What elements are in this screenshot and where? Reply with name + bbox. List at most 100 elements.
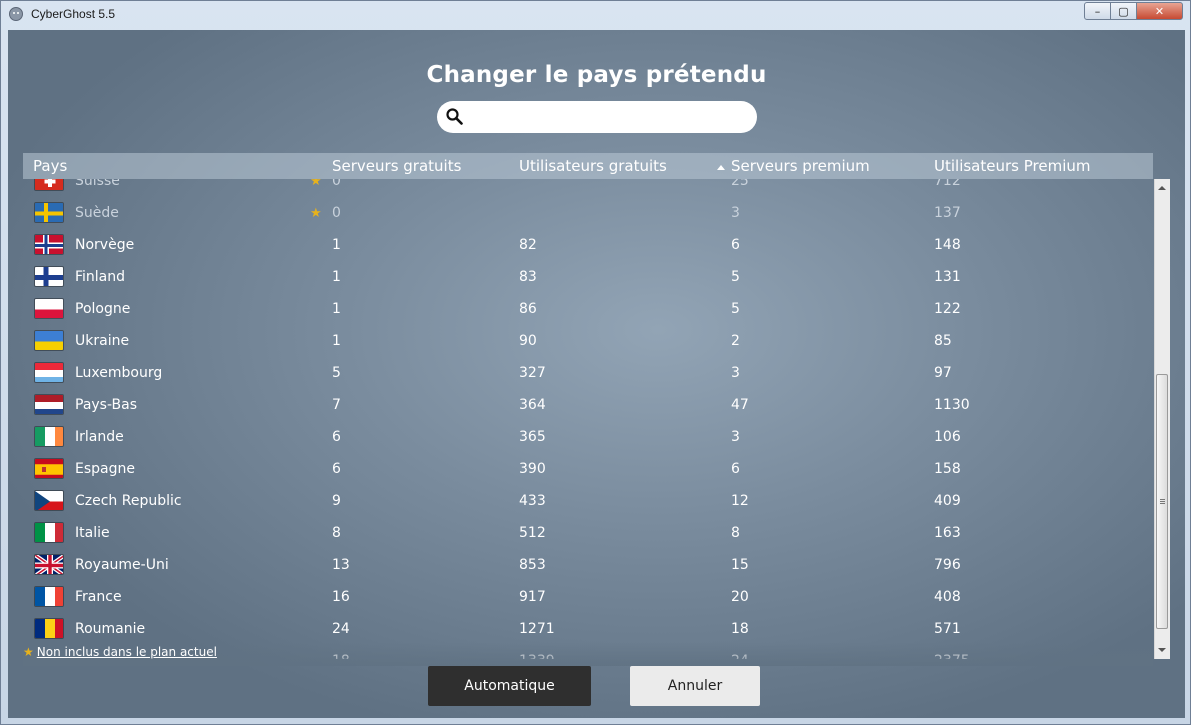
country-name: Finland <box>75 269 126 285</box>
premium-servers-cell: 3 <box>731 205 740 221</box>
free-servers-cell: 1 <box>332 269 341 285</box>
scroll-down-icon[interactable] <box>1158 648 1166 652</box>
free-servers-cell: 0 <box>332 205 341 221</box>
table-row[interactable]: Pays-Bas 7 364 47 1130 <box>23 389 1153 421</box>
table-row[interactable]: Italie 8 512 8 163 <box>23 517 1153 549</box>
flag-cz-icon <box>34 490 64 511</box>
premium-users-cell: 408 <box>934 589 961 605</box>
free-servers-cell: 9 <box>332 493 341 509</box>
country-name: Italie <box>75 525 110 541</box>
country-name: Pologne <box>75 301 131 317</box>
free-servers-cell: 0 <box>332 179 341 189</box>
premium-servers-cell: 3 <box>731 365 740 381</box>
premium-users-cell: 163 <box>934 525 961 541</box>
flag-lu-icon <box>34 362 64 383</box>
free-users-cell: 82 <box>519 237 537 253</box>
country-list: Suisse ★ 0 25 712 Suède ★ 0 3 137 Norvège 1 82 6 148 Fi… <box>23 179 1153 659</box>
free-users-cell: 90 <box>519 333 537 349</box>
maximize-button[interactable]: ▢ <box>1110 2 1137 20</box>
premium-servers-cell: 3 <box>731 429 740 445</box>
flag-fi-icon <box>34 266 64 287</box>
table-row[interactable]: Suède ★ 0 3 137 <box>23 197 1153 229</box>
country-name: Royaume-Uni <box>75 557 169 573</box>
flag-no-icon <box>34 234 64 255</box>
free-users-cell: 365 <box>519 429 546 445</box>
table-row[interactable]: Royaume-Uni 13 853 15 796 <box>23 549 1153 581</box>
country-name: Suède <box>75 205 119 221</box>
free-servers-cell: 16 <box>332 589 350 605</box>
free-users-cell: 433 <box>519 493 546 509</box>
free-servers-cell: 13 <box>332 557 350 573</box>
cancel-button[interactable]: Annuler <box>630 666 760 706</box>
grip-icon <box>1160 499 1165 500</box>
premium-users-cell: 131 <box>934 269 961 285</box>
table-row[interactable]: Norvège 1 82 6 148 <box>23 229 1153 261</box>
column-header-premium-servers[interactable]: Serveurs premium <box>731 157 870 175</box>
country-name: Pays-Bas <box>75 397 138 413</box>
premium-users-cell: 158 <box>934 461 961 477</box>
free-servers-cell: 7 <box>332 397 341 413</box>
scroll-up-icon[interactable] <box>1158 186 1166 190</box>
flag-pl-icon <box>34 298 64 319</box>
column-header-country[interactable]: Pays <box>33 157 67 175</box>
table-row[interactable]: Roumanie 24 1271 18 571 <box>23 613 1153 645</box>
table-row[interactable]: Ukraine 1 90 2 85 <box>23 325 1153 357</box>
sort-ascending-icon <box>717 165 725 170</box>
minimize-button[interactable]: – <box>1084 2 1111 20</box>
premium-users-cell: 85 <box>934 333 952 349</box>
table-row[interactable]: Finland 1 83 5 131 <box>23 261 1153 293</box>
free-users-cell: 1271 <box>519 621 555 637</box>
column-header-free-servers[interactable]: Serveurs gratuits <box>332 157 461 175</box>
premium-footnote[interactable]: ★ Non inclus dans le plan actuel <box>23 645 217 659</box>
flag-ie-icon <box>34 426 64 447</box>
window-title: CyberGhost 5.5 <box>31 7 116 21</box>
flag-fr-icon <box>34 586 64 607</box>
premium-servers-cell: 18 <box>731 621 749 637</box>
premium-servers-cell: 5 <box>731 269 740 285</box>
free-users-cell: 86 <box>519 301 537 317</box>
search-input[interactable] <box>471 105 750 131</box>
flag-es-icon <box>34 458 64 479</box>
app-window: CyberGhost 5.5 – ▢ ✕ Changer le pays pré… <box>0 0 1191 725</box>
table-row[interactable]: France 16 917 20 408 <box>23 581 1153 613</box>
country-name: Roumanie <box>75 621 146 637</box>
flag-gb-icon <box>34 554 64 575</box>
free-servers-cell: 6 <box>332 429 341 445</box>
free-users-cell: 853 <box>519 557 546 573</box>
premium-servers-cell: 8 <box>731 525 740 541</box>
scrollbar-thumb[interactable] <box>1156 374 1168 629</box>
title-bar: CyberGhost 5.5 – ▢ ✕ <box>1 1 1190 29</box>
country-name: Norvège <box>75 237 135 253</box>
premium-servers-cell: 12 <box>731 493 749 509</box>
automatic-button[interactable]: Automatique <box>428 666 591 706</box>
country-name: Suisse <box>75 179 120 189</box>
free-users-cell: 917 <box>519 589 546 605</box>
premium-servers-cell: 20 <box>731 589 749 605</box>
premium-servers-cell: 6 <box>731 237 740 253</box>
table-row[interactable]: Espagne 6 390 6 158 <box>23 453 1153 485</box>
table-row[interactable]: Pologne 1 86 5 122 <box>23 293 1153 325</box>
free-servers-cell: 1 <box>332 301 341 317</box>
premium-users-cell: 97 <box>934 365 952 381</box>
premium-users-cell: 106 <box>934 429 961 445</box>
premium-servers-cell: 2 <box>731 333 740 349</box>
table-row[interactable]: Irlande 6 365 3 106 <box>23 421 1153 453</box>
column-header-premium-users[interactable]: Utilisateurs Premium <box>934 157 1090 175</box>
table-row[interactable]: Suisse ★ 0 25 712 <box>23 179 1153 197</box>
free-users-cell: 327 <box>519 365 546 381</box>
page-title: Changer le pays prétendu <box>426 62 767 88</box>
close-button[interactable]: ✕ <box>1136 2 1183 20</box>
flag-ua-icon <box>34 330 64 351</box>
country-name: Irlande <box>75 429 124 445</box>
search-box[interactable] <box>437 101 757 133</box>
vertical-scrollbar[interactable] <box>1154 179 1170 659</box>
free-servers-cell: 24 <box>332 621 350 637</box>
ghost-logo-icon <box>9 7 23 21</box>
premium-star-icon: ★ <box>310 179 322 189</box>
table-row[interactable]: Luxembourg 5 327 3 97 <box>23 357 1153 389</box>
column-header-free-users[interactable]: Utilisateurs gratuits <box>519 157 667 175</box>
premium-servers-cell: 5 <box>731 301 740 317</box>
free-servers-cell: 1 <box>332 333 341 349</box>
premium-servers-cell: 15 <box>731 557 749 573</box>
table-row[interactable]: Czech Republic 9 433 12 409 <box>23 485 1153 517</box>
